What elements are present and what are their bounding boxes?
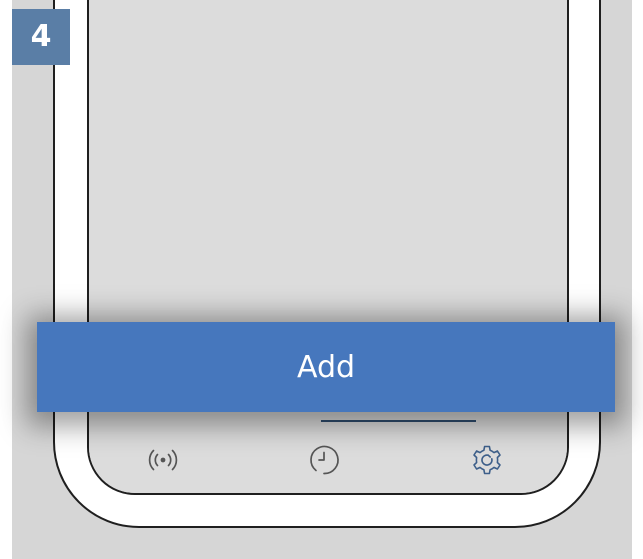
signal-icon: [148, 449, 178, 471]
tab-settings[interactable]: [462, 438, 512, 482]
active-tab-indicator: [321, 420, 476, 422]
step-number-badge: 4: [12, 9, 70, 65]
settings-gear-icon: [473, 445, 501, 475]
clock-icon: [310, 445, 339, 475]
tab-clock[interactable]: [299, 438, 349, 482]
tab-signal[interactable]: [138, 438, 188, 482]
add-button[interactable]: Add: [37, 322, 615, 412]
